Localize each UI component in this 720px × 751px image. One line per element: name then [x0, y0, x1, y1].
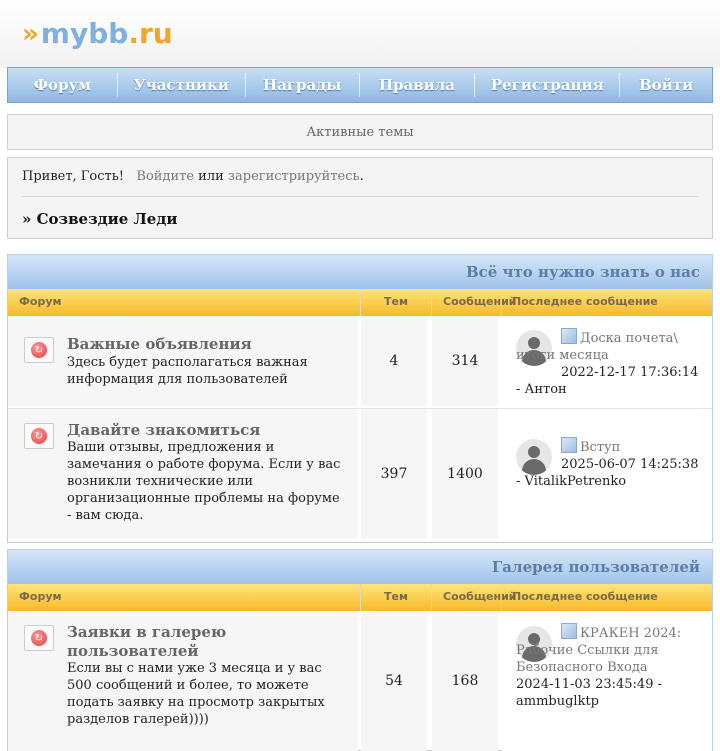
forum-row: ↻ Давайте знакомиться Ваши отзывы, предл…	[8, 409, 712, 539]
forum-status-icon: ↻	[24, 625, 54, 651]
col-last-post: Последнее сообщение	[512, 295, 658, 308]
nav-separator	[474, 73, 476, 97]
mybb-logo[interactable]: » mybb.ru	[22, 20, 173, 48]
last-post-date: 2024-11-03 23:45:49	[516, 677, 654, 692]
forum-title[interactable]: Важные объявления	[67, 335, 252, 354]
forum-description: Ваши отзывы, предложения и замечания о р…	[67, 440, 341, 523]
posts-count: 168	[432, 611, 498, 751]
topic-icon	[561, 623, 577, 639]
nav-separator	[116, 73, 118, 97]
topics-count: 4	[361, 316, 427, 406]
nav-members[interactable]: Участники	[118, 73, 245, 97]
col-posts: Сообщений	[443, 590, 517, 603]
col-forum: Форум	[19, 295, 62, 308]
last-post-info: Вступ 2025-06-07 14:25:38 - VitalikPetren…	[516, 437, 702, 490]
category-gallery: Галерея пользователей Форум Тем Сообщени…	[7, 549, 713, 751]
forum-cell: ↻ Давайте знакомиться Ваши отзывы, предл…	[8, 409, 358, 539]
col-divider	[501, 584, 502, 611]
nav-separator	[244, 73, 246, 97]
main-navbar: Форум Участники Награды Правила Регистра…	[7, 67, 713, 103]
board-name[interactable]: » Созвездие Леди	[22, 210, 177, 228]
nav-separator	[619, 73, 621, 97]
topic-icon	[561, 437, 577, 453]
topic-icon	[561, 328, 577, 344]
nav-rules[interactable]: Правила	[360, 73, 475, 97]
register-link[interactable]: зарегистрируйтесь	[228, 169, 360, 184]
last-post-info: КРАКЕН 2024: Рабочие Ссылки для Безопасн…	[516, 623, 702, 710]
last-post-author[interactable]: ammbuglktp	[516, 694, 599, 709]
col-divider	[360, 584, 361, 611]
forum-title[interactable]: Давайте знакомиться	[67, 421, 260, 440]
topics-count: 397	[361, 409, 427, 539]
last-post-date: 2022-12-17 17:36:14	[561, 365, 699, 380]
divider	[22, 196, 698, 197]
nav-awards[interactable]: Награды	[246, 73, 359, 97]
category-title[interactable]: Всё что нужно знать о нас	[8, 255, 712, 289]
last-post-cell: Вступ 2025-06-07 14:25:38 - VitalikPetren…	[502, 409, 712, 539]
forum-title[interactable]: Заявки в галерею пользователей	[67, 623, 317, 661]
nav-login[interactable]: Войти	[620, 73, 712, 97]
col-divider	[501, 289, 502, 316]
last-post-date: 2025-06-07 14:25:38	[561, 457, 699, 472]
or-text: или	[198, 169, 224, 184]
category-about: Всё что нужно знать о нас Форум Тем Сооб…	[7, 254, 713, 543]
column-header: Форум Тем Сообщений Последнее сообщение	[8, 289, 712, 316]
col-topics: Тем	[384, 295, 408, 308]
column-header: Форум Тем Сообщений Последнее сообщение	[8, 584, 712, 611]
forum-cell: ↻ Важные объявления Здесь будет располаг…	[8, 316, 358, 406]
welcome-box: Привет, Гость! Войдите или зарегистрируй…	[7, 157, 713, 239]
last-post-author[interactable]: Антон	[525, 382, 567, 397]
forum-description: Здесь будет располагаться важная информа…	[67, 355, 308, 387]
forum-cell: ↻ Заявки в галерею пользователей Если вы…	[8, 611, 358, 751]
last-topic-link[interactable]: Доска почета\ итоги месяца	[516, 331, 678, 363]
col-last-post: Последнее сообщение	[512, 590, 658, 603]
topics-count: 54	[361, 611, 427, 751]
last-topic-link[interactable]: Вступ	[580, 440, 620, 455]
last-post-cell: Доска почета\ итоги месяца 2022-12-17 17:…	[502, 316, 712, 406]
login-link[interactable]: Войдите	[136, 169, 194, 184]
col-topics: Тем	[384, 590, 408, 603]
welcome-line: Привет, Гость! Войдите или зарегистрируй…	[22, 169, 364, 184]
col-divider	[431, 289, 432, 316]
active-topics-link[interactable]: Активные темы	[7, 114, 713, 150]
forum-row: ↻ Важные объявления Здесь будет располаг…	[8, 316, 712, 409]
logo-text: mybb.ru	[40, 17, 173, 50]
forum-status-icon: ↻	[24, 337, 54, 363]
nav-register[interactable]: Регистрация	[475, 73, 619, 97]
last-topic-link[interactable]: КРАКЕН 2024: Рабочие Ссылки для Безопасн…	[516, 626, 681, 675]
posts-count: 1400	[432, 409, 498, 539]
col-forum: Форум	[19, 590, 62, 603]
nav-separator	[358, 73, 360, 97]
last-post-author[interactable]: VitalikPetrenko	[525, 474, 627, 489]
logo-arrows-icon: »	[22, 19, 39, 49]
nav-forum[interactable]: Форум	[8, 73, 117, 97]
greeting-text: Привет, Гость!	[22, 169, 125, 184]
col-divider	[431, 584, 432, 611]
posts-count: 314	[432, 316, 498, 406]
col-posts: Сообщений	[443, 295, 517, 308]
last-post-info: Доска почета\ итоги месяца 2022-12-17 17:…	[516, 328, 702, 398]
forum-status-icon: ↻	[24, 423, 54, 449]
col-divider	[360, 289, 361, 316]
forum-description: Если вы с нами уже 3 месяца и у вас 500 …	[67, 661, 325, 727]
last-post-cell: КРАКЕН 2024: Рабочие Ссылки для Безопасн…	[502, 611, 712, 751]
site-header: » mybb.ru	[0, 0, 720, 68]
forum-row: ↻ Заявки в галерею пользователей Если вы…	[8, 611, 712, 751]
period-text: .	[359, 169, 364, 184]
category-title[interactable]: Галерея пользователей	[8, 550, 712, 584]
